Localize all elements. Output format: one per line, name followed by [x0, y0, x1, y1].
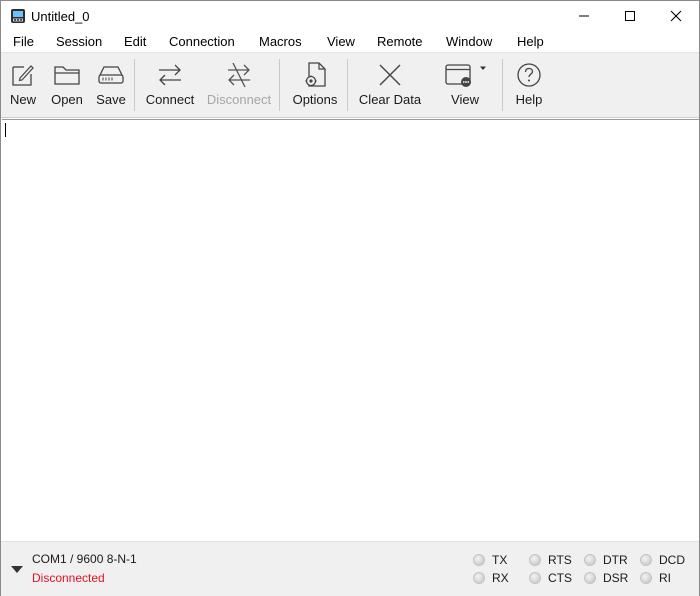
save-button[interactable]: Save [93, 53, 129, 117]
close-button[interactable] [653, 1, 699, 31]
tx-label: TX [492, 553, 508, 567]
dcd-label: DCD [659, 553, 685, 567]
menu-macros[interactable]: Macros [259, 34, 302, 49]
connect-label: Connect [145, 92, 195, 107]
help-button[interactable]: Help [511, 53, 547, 117]
folder-icon [54, 66, 80, 85]
menu-connection[interactable]: Connection [169, 34, 235, 49]
window-title: Untitled_0 [31, 9, 90, 24]
close-icon [670, 10, 682, 22]
cts-indicator-icon [529, 572, 541, 584]
rts-label: RTS [548, 553, 572, 567]
toolbar-separator [279, 59, 280, 111]
clear-data-label: Clear Data [358, 92, 422, 107]
options-label: Options [292, 92, 338, 107]
toolbar: New Open Save Connect Disconnect Options… [1, 52, 699, 118]
minimize-icon [579, 15, 589, 17]
connection-status: Disconnected [32, 571, 105, 585]
disconnect-arrows-icon [228, 62, 250, 88]
document-gear-icon [305, 62, 326, 87]
menu-view[interactable]: View [327, 34, 355, 49]
clear-data-button[interactable]: Clear Data [356, 53, 424, 117]
help-label: Help [515, 92, 543, 107]
new-document-icon [12, 65, 34, 86]
window-view-icon [445, 64, 486, 87]
new-button[interactable]: New [5, 53, 41, 117]
tx-indicator-icon [473, 554, 485, 566]
dtr-label: DTR [603, 553, 628, 567]
menu-edit[interactable]: Edit [124, 34, 146, 49]
options-button[interactable]: Options [288, 53, 342, 117]
app-window: Untitled_0 File Session Edit Connection … [0, 0, 700, 596]
disconnect-button[interactable]: Disconnect [205, 53, 273, 117]
dtr-indicator-icon [584, 554, 596, 566]
rx-indicator-icon [473, 572, 485, 584]
menu-session[interactable]: Session [56, 34, 102, 49]
collapse-toggle-icon[interactable] [11, 566, 23, 574]
connect-button[interactable]: Connect [142, 53, 198, 117]
save-label: Save [96, 92, 126, 107]
cts-label: CTS [548, 571, 572, 585]
title-bar: Untitled_0 [1, 1, 699, 31]
minimize-button[interactable] [561, 1, 607, 31]
open-label: Open [51, 92, 83, 107]
dcd-indicator-icon [640, 554, 652, 566]
new-label: New [9, 92, 36, 107]
disconnect-label: Disconnect [206, 92, 272, 107]
text-cursor [5, 123, 6, 137]
maximize-button[interactable] [607, 1, 653, 31]
drive-icon [98, 66, 124, 84]
x-icon [379, 64, 401, 86]
menu-bar: File Session Edit Connection Macros View… [1, 31, 699, 52]
view-button[interactable]: View [439, 53, 491, 117]
menu-window[interactable]: Window [446, 34, 492, 49]
terminal-app-icon [11, 9, 25, 23]
menu-file[interactable]: File [13, 34, 34, 49]
terminal-output-area[interactable] [2, 119, 699, 540]
toolbar-separator [134, 59, 135, 111]
dsr-indicator-icon [584, 572, 596, 584]
maximize-icon [625, 11, 635, 21]
rx-label: RX [492, 571, 509, 585]
rts-indicator-icon [529, 554, 541, 566]
toolbar-separator [502, 59, 503, 111]
ri-indicator-icon [640, 572, 652, 584]
port-settings: COM1 / 9600 8-N-1 [32, 552, 137, 566]
open-button[interactable]: Open [47, 53, 87, 117]
question-circle-icon [517, 63, 541, 87]
status-bar: COM1 / 9600 8-N-1 Disconnected TX RX RTS… [1, 541, 699, 596]
dsr-label: DSR [603, 571, 629, 585]
connect-arrows-icon [159, 64, 181, 86]
view-label: View [451, 92, 479, 107]
menu-remote[interactable]: Remote [377, 34, 423, 49]
ri-label: RI [659, 571, 671, 585]
toolbar-separator [347, 59, 348, 111]
menu-help[interactable]: Help [517, 34, 544, 49]
